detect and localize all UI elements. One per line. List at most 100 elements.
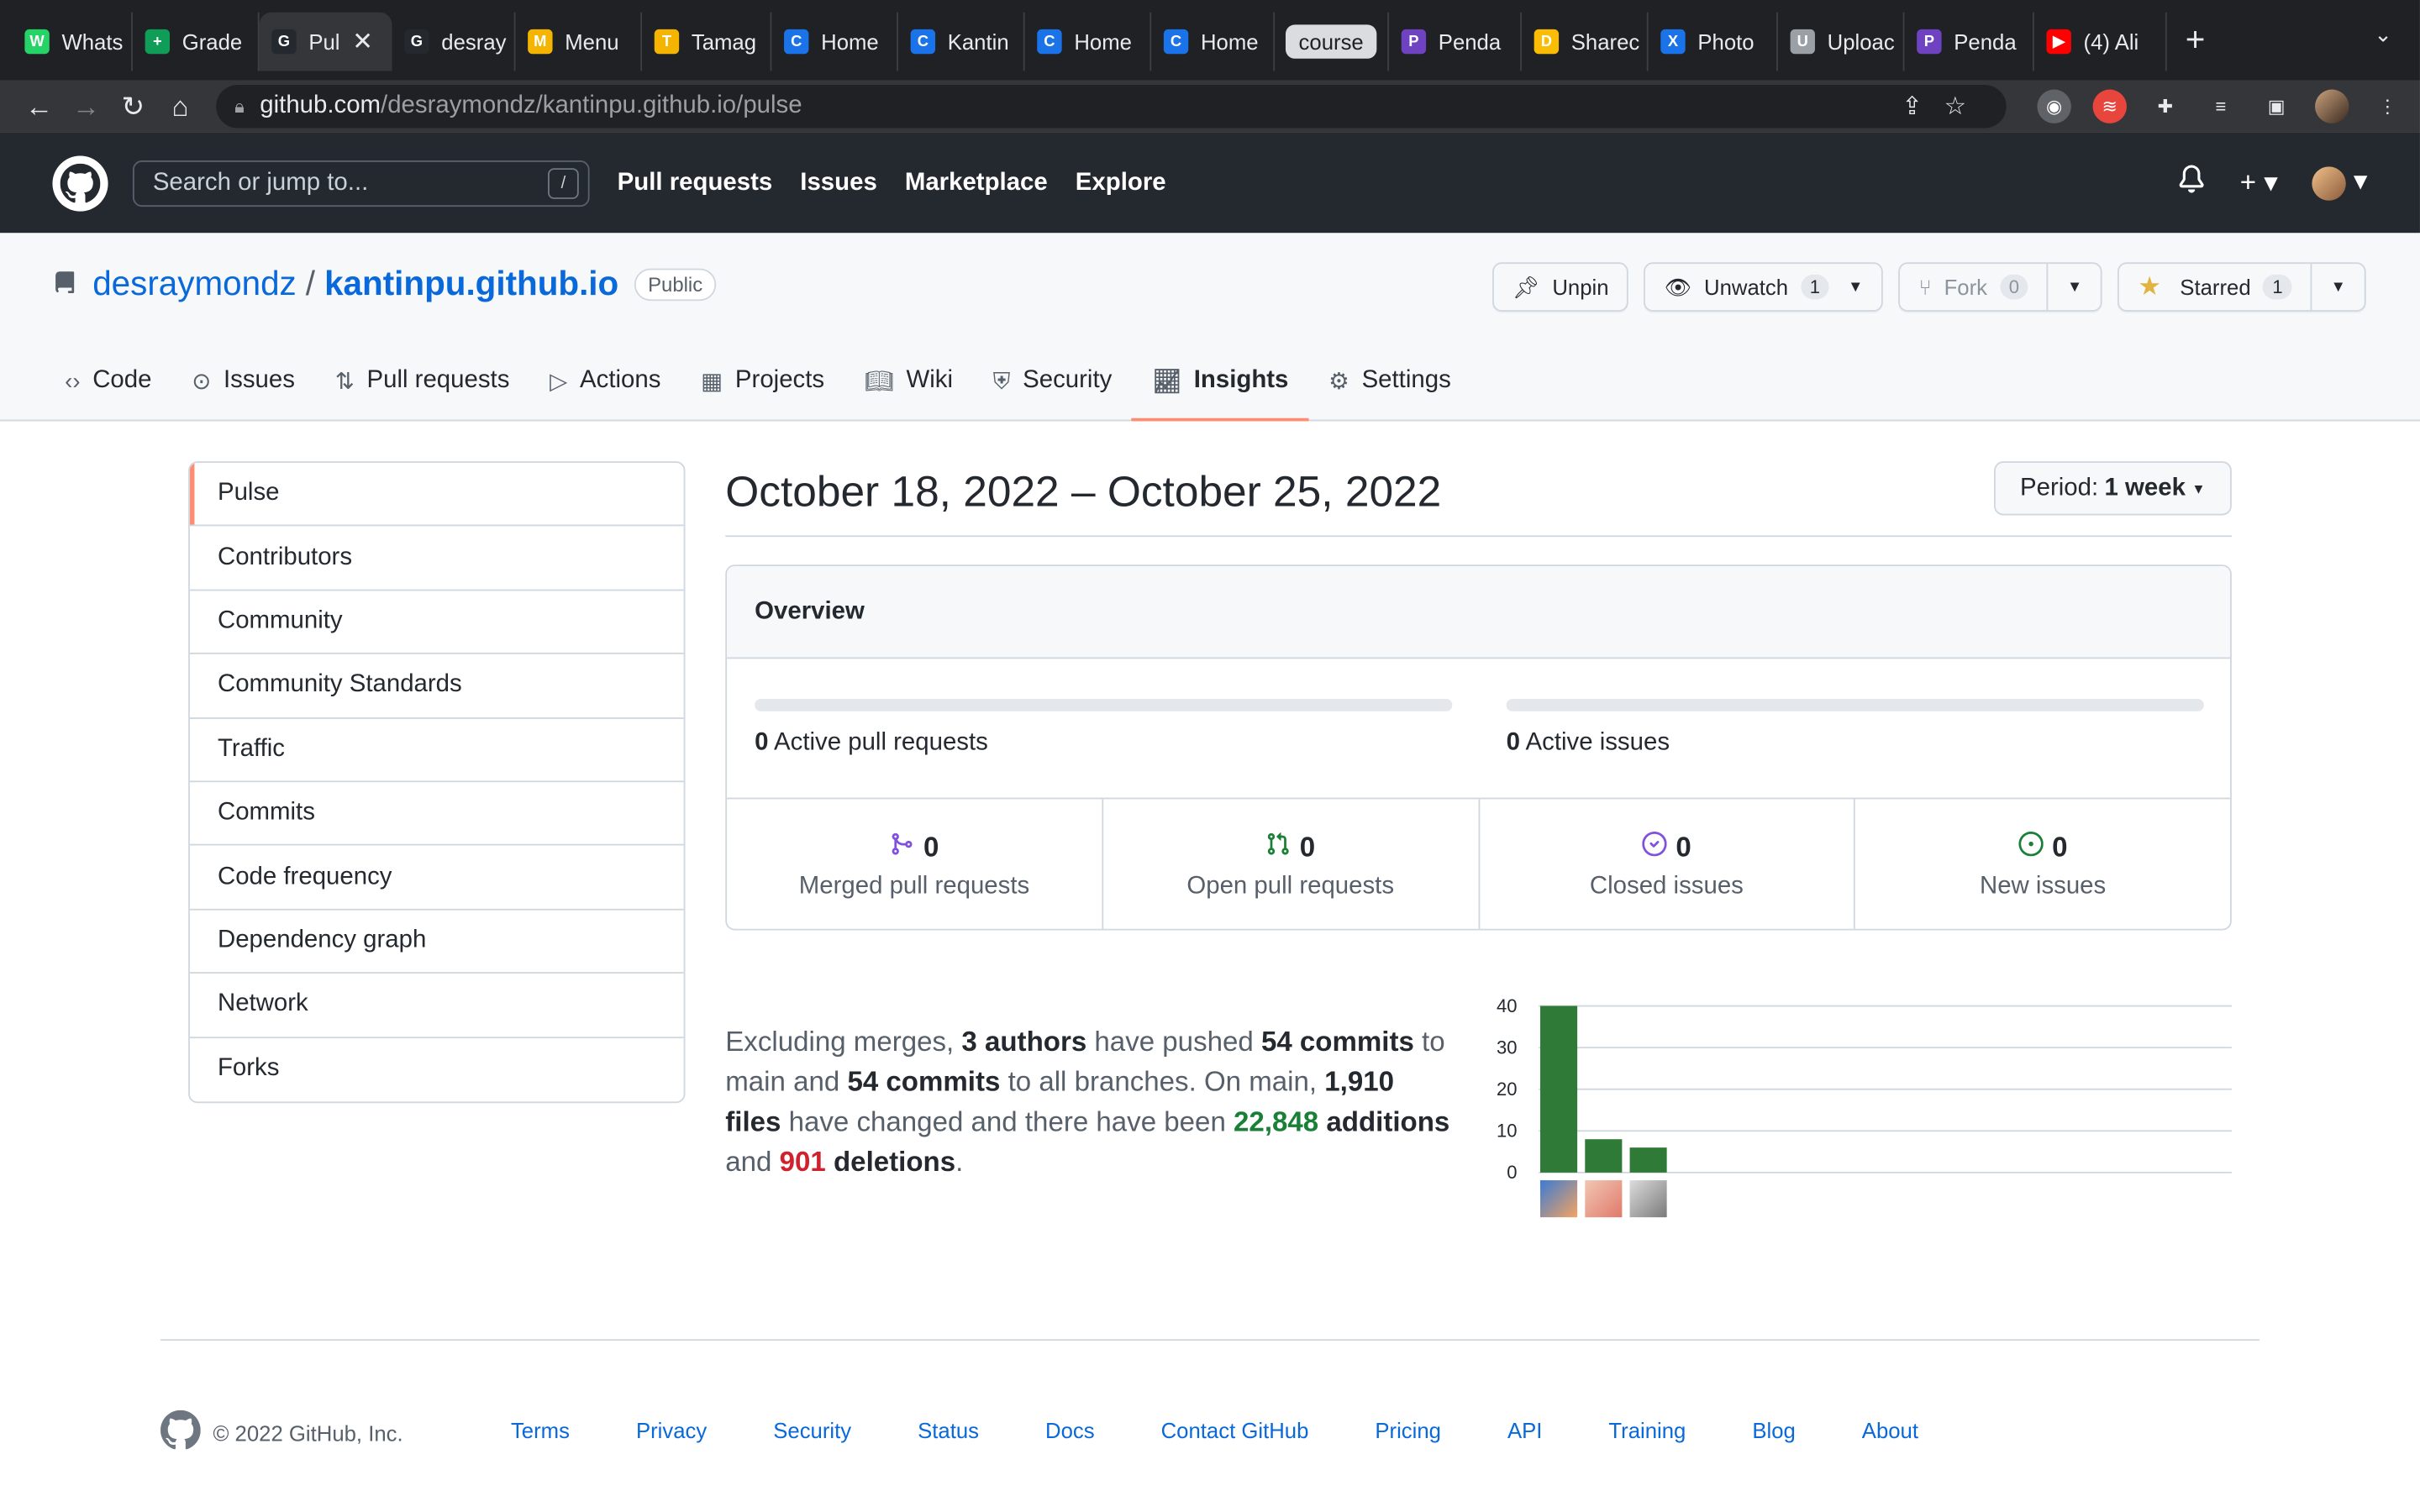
starred-button[interactable]: ★ Starred 1 ▼ [2118,262,2366,312]
tab-title: Whats [61,29,124,55]
browser-tab-home[interactable]: C Home [1025,12,1152,71]
profile-avatar[interactable] [2315,89,2349,123]
close-tab-icon[interactable]: ✕ [352,26,373,57]
back-arrow-icon[interactable]: ← [15,90,62,123]
fork-button[interactable]: ⑂ Fork 0 ▼ [1898,262,2103,312]
browser-tab-pul[interactable]: G Pul ✕ [259,12,392,71]
footer-link-status[interactable]: Status [918,1418,979,1442]
footer-link-about[interactable]: About [1862,1418,1918,1442]
browser-tab-photo[interactable]: X Photo [1649,12,1778,71]
tab-pull-requests[interactable]: ⇅ Pull requests [315,343,529,420]
share-bookmark-icons[interactable]: ⇪☆ [1902,91,1987,122]
footer-link-blog[interactable]: Blog [1752,1418,1795,1442]
home-icon[interactable]: ⌂ [156,90,203,123]
unpin-button[interactable]: 📌︎ Unpin [1492,262,1629,312]
commit-bar[interactable] [1585,1139,1623,1173]
tab-projects[interactable]: ▦ Projects [681,343,844,420]
new-tab-button[interactable]: + [2186,20,2206,60]
url-path: /desraymondz/kantinpu.github.io/pulse [381,92,802,119]
stat-open-pull-requests[interactable]: 0 Open pull requests [1103,799,1480,929]
github-logo-icon[interactable] [52,155,108,211]
footer-link-contact-github[interactable]: Contact GitHub [1161,1418,1309,1442]
sidebar-item-contributors[interactable]: Contributors [189,527,684,591]
footer-link-privacy[interactable]: Privacy [636,1418,707,1442]
deletions-count: 901 [779,1146,826,1178]
browser-tab-grade[interactable]: + Grade [133,12,260,71]
sidebar-item-community-standards[interactable]: Community Standards [189,654,684,719]
user-avatar-menu[interactable]: ▾ [2312,165,2367,201]
stat-merged-pull-requests[interactable]: 0 Merged pull requests [727,799,1103,929]
sidebar-item-pulse[interactable]: Pulse [189,463,684,528]
forward-arrow-icon[interactable]: → [62,90,109,123]
browser-tab-home[interactable]: C Home [1151,12,1276,71]
sidebar-item-network[interactable]: Network [189,974,684,1038]
tab-settings[interactable]: ⚙ Settings [1308,343,1470,420]
tab-code[interactable]: ‹› Code [52,343,171,420]
sidebar-item-community[interactable]: Community [189,591,684,655]
tab-security[interactable]: ⛨ Security [973,343,1132,420]
global-nav-issues[interactable]: Issues [800,169,876,197]
tab-insights[interactable]: 📈︎ Insights [1132,343,1310,422]
tab-actions[interactable]: ▷ Actions [529,343,681,420]
stat-label: Open pull requests [1186,872,1395,899]
github-footer-logo-icon[interactable] [160,1410,201,1455]
footer-link-security[interactable]: Security [773,1418,851,1442]
author-avatar[interactable] [1585,1180,1623,1218]
global-nav-pull-requests[interactable]: Pull requests [618,169,773,197]
side-panel-icon[interactable]: ▣ [2260,90,2293,123]
sidebar-item-commits[interactable]: Commits [189,782,684,847]
address-bar[interactable]: 🔒︎ github.com /desraymondz/kantinpu.gith… [216,85,2007,129]
commit-bar[interactable] [1629,1147,1667,1173]
red-extension-icon[interactable]: ≋ [2092,89,2127,123]
browser-tab-course[interactable]: course [1275,12,1390,71]
sidebar-item-code-frequency[interactable]: Code frequency [189,846,684,911]
browser-tab-tamag[interactable]: T Tamag [642,12,772,71]
global-nav-explore[interactable]: Explore [1076,169,1166,197]
footer-link-terms[interactable]: Terms [511,1418,570,1442]
repo-name-link[interactable]: kantinpu.github.io [324,264,618,304]
tab-wiki[interactable]: 📖︎ Wiki [844,343,973,420]
kebab-menu-icon[interactable]: ⋮ [2370,90,2404,123]
footer-link-api[interactable]: API [1507,1418,1542,1442]
browser-tab-uploac[interactable]: U Uploac [1778,12,1905,71]
browser-tab-penda[interactable]: P Penda [1389,12,1522,71]
author-avatar[interactable] [1540,1180,1578,1218]
repo-owner-link[interactable]: desraymondz [92,264,297,304]
reload-icon[interactable]: ↻ [109,90,156,123]
stat-new-issues[interactable]: 0 New issues [1855,799,2230,928]
puzzle-extensions-icon[interactable]: ✚ [2149,90,2182,123]
camera-extension-icon[interactable]: ◉ [2037,89,2071,123]
stat-closed-issues[interactable]: 0 Closed issues [1479,799,1856,929]
media-control-icon[interactable]: ≡ [2204,90,2238,123]
browser-tab-home[interactable]: C Home [771,12,898,71]
active-issues-link[interactable]: 0 Active issues [1507,730,1670,758]
browser-tab-kantin[interactable]: C Kantin [898,12,1025,71]
browser-tab-whats[interactable]: W Whats [13,12,133,71]
footer-link-docs[interactable]: Docs [1045,1418,1095,1442]
tab-group-label[interactable]: course [1286,24,1376,59]
tab-issues[interactable]: ⊙ Issues [171,343,314,420]
browser-tab-sharec[interactable]: D Sharec [1522,12,1649,71]
browser-tab-4-ali[interactable]: ▶ (4) Ali [2034,12,2167,71]
active-prs-link[interactable]: 0 Active pull requests [755,730,988,758]
author-avatar[interactable] [1629,1180,1667,1218]
y-tick-label: 40 [1497,995,1518,1016]
create-new-plus-icon[interactable]: + ▾ [2240,166,2278,199]
fork-dropdown-chevron-icon[interactable]: ▼ [2047,264,2101,311]
sidebar-item-traffic[interactable]: Traffic [189,718,684,783]
github-search-input[interactable]: Search or jump to... / [132,160,590,207]
notifications-bell-icon[interactable] [2178,165,2206,201]
unwatch-button[interactable]: 👁︎ Unwatch 1 ▼ [1644,262,1884,312]
browser-tab-penda[interactable]: P Penda [1904,12,2034,71]
commit-bar[interactable] [1540,1005,1578,1173]
tab-search-chevron-icon[interactable]: ⌄ [2374,22,2392,48]
footer-link-pricing[interactable]: Pricing [1375,1418,1441,1442]
footer-link-training[interactable]: Training [1608,1418,1686,1442]
browser-tab-menu[interactable]: M Menu [515,12,643,71]
global-nav-marketplace[interactable]: Marketplace [905,169,1048,197]
star-list-chevron-icon[interactable]: ▼ [2310,264,2365,311]
period-select[interactable]: Period: 1 week ▼ [1993,461,2232,516]
sidebar-item-forks[interactable]: Forks [190,1037,684,1101]
sidebar-item-dependency-graph[interactable]: Dependency graph [189,910,684,974]
browser-tab-desray[interactable]: Gdesray [392,12,516,71]
